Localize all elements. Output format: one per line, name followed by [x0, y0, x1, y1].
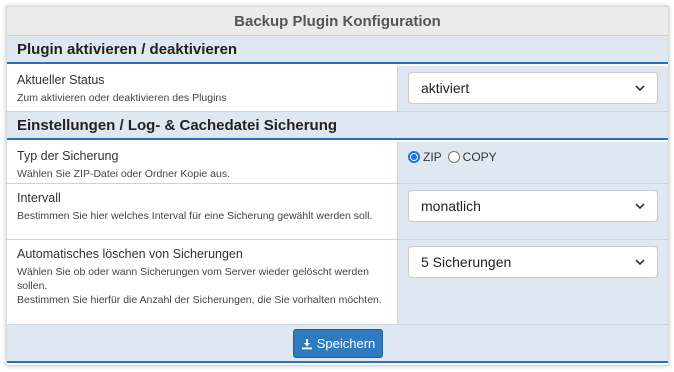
row-backup-type-text: Typ der Sicherung Wählen Sie ZIP-Datei o…	[7, 142, 397, 183]
row-backup-type: Typ der Sicherung Wählen Sie ZIP-Datei o…	[7, 142, 668, 184]
status-select[interactable]: aktiviert	[408, 72, 658, 104]
backup-type-label: Typ der Sicherung	[17, 149, 119, 163]
row-autodelete: Automatisches löschen von Sicherungen Wä…	[7, 240, 668, 325]
interval-select-value: monatlich	[421, 198, 481, 214]
section-settings: Einstellungen / Log- & Cachedatei Sicher…	[7, 112, 668, 140]
radio-zip-button[interactable]	[408, 151, 420, 163]
save-button[interactable]: Speichern	[293, 329, 383, 358]
radio-zip[interactable]: ZIP	[408, 150, 442, 164]
radio-zip-label: ZIP	[423, 150, 442, 164]
backup-type-radio-group: ZIP COPY	[408, 150, 503, 164]
status-label: Aktueller Status	[17, 73, 105, 87]
save-button-label: Speichern	[316, 336, 376, 351]
interval-description: Bestimmen Sie hier welches Interval für …	[17, 210, 373, 222]
backup-type-description: Wählen Sie ZIP-Datei oder Ordner Kopie a…	[17, 168, 231, 180]
autodelete-select[interactable]: 5 Sicherungen	[408, 246, 658, 278]
chevron-down-icon	[635, 259, 645, 266]
autodelete-description-1: Wählen Sie ob oder wann Sicherungen vom …	[17, 266, 369, 292]
autodelete-label: Automatisches löschen von Sicherungen	[17, 247, 243, 261]
chevron-down-icon	[635, 85, 645, 92]
download-icon	[301, 338, 312, 349]
radio-copy-label: COPY	[462, 150, 497, 164]
row-interval-control: monatlich	[397, 184, 668, 239]
row-autodelete-text: Automatisches löschen von Sicherungen Wä…	[7, 240, 397, 324]
interval-label: Intervall	[17, 191, 61, 205]
interval-select[interactable]: monatlich	[408, 190, 658, 222]
config-panel: Backup Plugin Konfiguration Plugin aktiv…	[6, 6, 669, 366]
status-description: Zum aktivieren oder deaktivieren des Plu…	[17, 92, 227, 104]
panel-title: Backup Plugin Konfiguration	[7, 7, 668, 36]
radio-copy-button[interactable]	[447, 151, 460, 163]
row-autodelete-control: 5 Sicherungen	[397, 240, 668, 324]
section-title: Plugin aktivieren / deaktivieren	[17, 40, 238, 58]
autodelete-select-value: 5 Sicherungen	[421, 254, 512, 270]
row-backup-type-control: ZIP COPY	[397, 142, 668, 183]
row-interval-text: Intervall Bestimmen Sie hier welches Int…	[7, 184, 397, 239]
panel-footer: Speichern	[7, 325, 668, 363]
section-title: Einstellungen / Log- & Cachedatei Sicher…	[17, 116, 338, 134]
row-status: Aktueller Status Zum aktivieren oder dea…	[7, 66, 668, 112]
row-status-text: Aktueller Status Zum aktivieren oder dea…	[7, 66, 397, 111]
row-interval: Intervall Bestimmen Sie hier welches Int…	[7, 184, 668, 240]
status-select-value: aktiviert	[421, 80, 470, 96]
chevron-down-icon	[635, 203, 645, 210]
radio-copy[interactable]: COPY	[447, 150, 497, 164]
section-plugin-activation: Plugin aktivieren / deaktivieren	[7, 36, 668, 64]
autodelete-description-2: Bestimmen Sie hierfür die Anzahl der Sic…	[17, 294, 382, 306]
row-status-control: aktiviert	[397, 66, 668, 111]
